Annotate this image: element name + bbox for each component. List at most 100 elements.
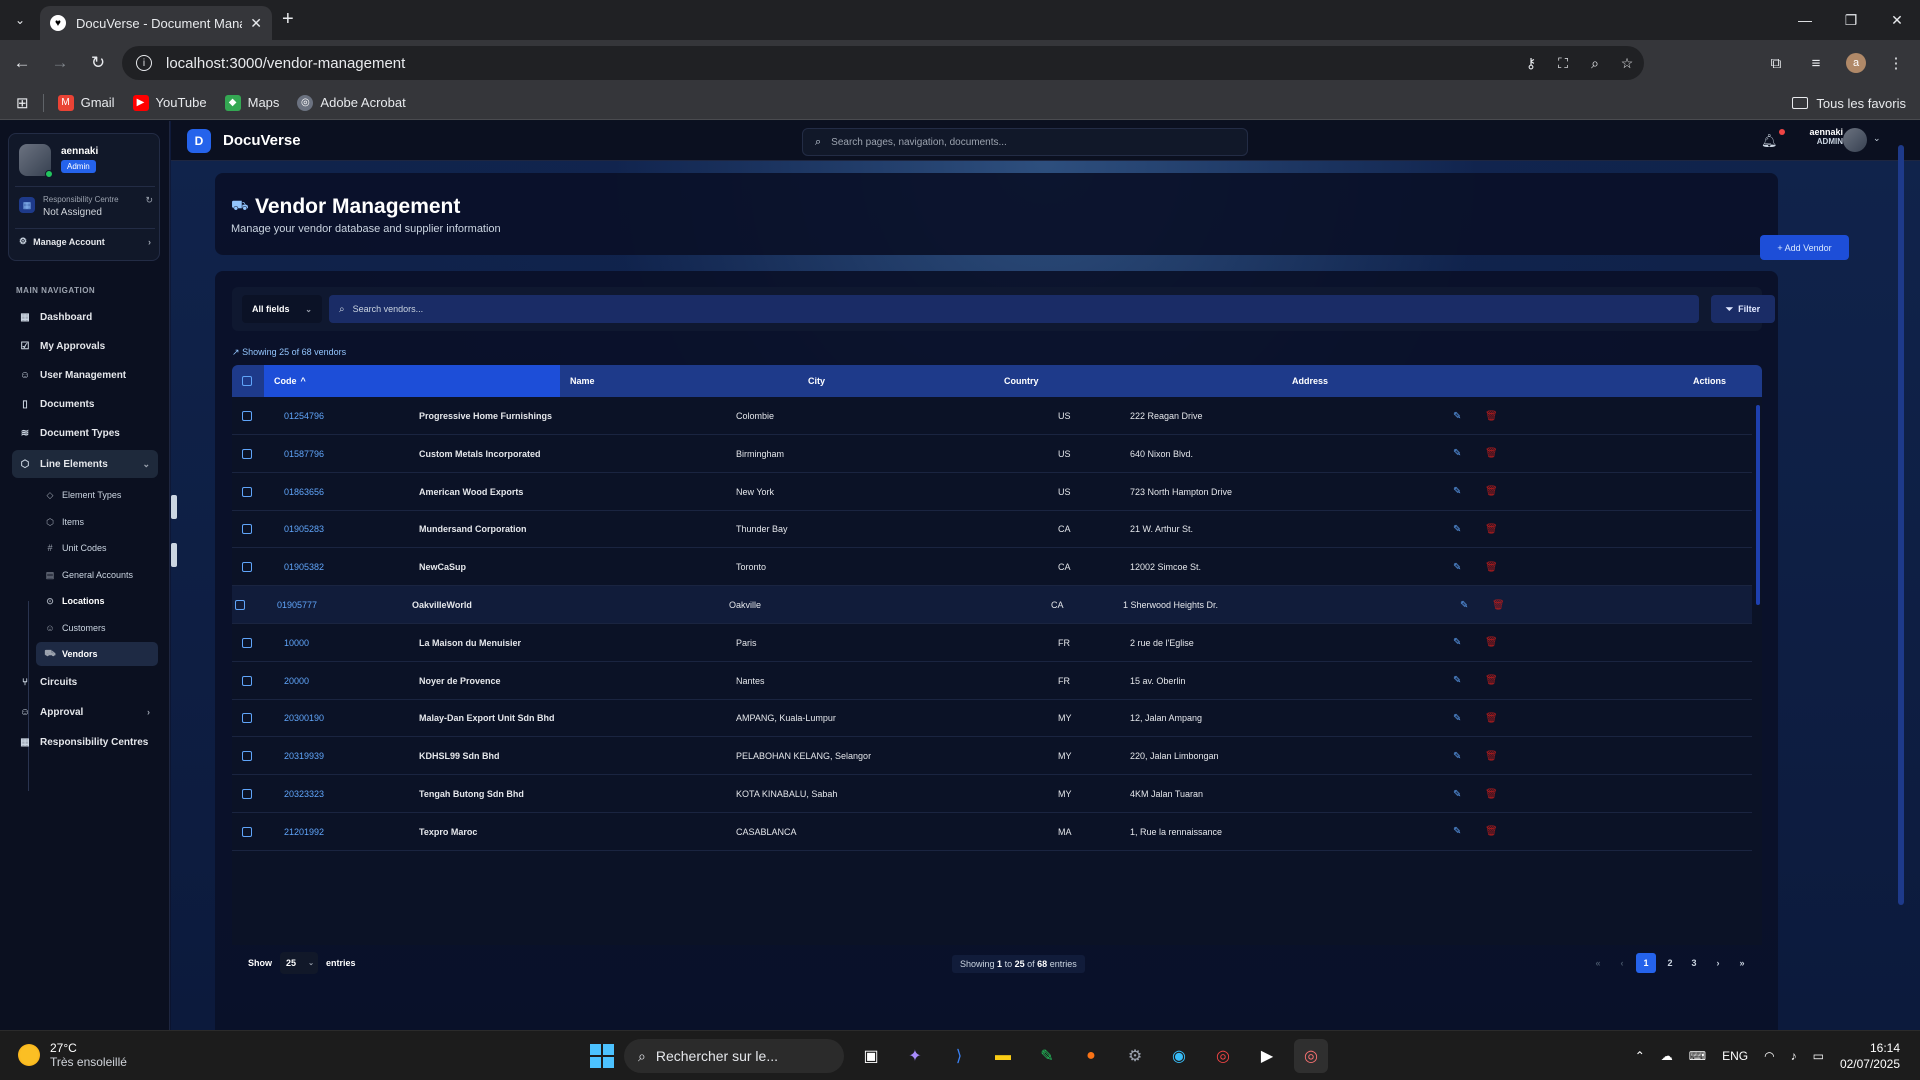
column-header-code[interactable]: Code ^ [264,365,560,397]
chrome-icon[interactable]: ◎ [1206,1039,1240,1073]
previous-page-icon[interactable]: ‹ [1612,953,1632,973]
onedrive-icon[interactable]: ☁ [1661,1049,1673,1063]
address-bar[interactable]: i localhost:3000/vendor-management ⚷ ⛶ ⌕… [122,46,1644,80]
translate-icon[interactable]: ⛶ [1554,54,1572,72]
cell-code[interactable]: 21201992 [284,813,324,851]
edit-icon[interactable]: ✎ [1453,548,1461,586]
edit-icon[interactable]: ✎ [1453,737,1461,775]
bookmark-adobe-acrobat[interactable]: ◎ Adobe Acrobat [297,94,406,111]
close-window-icon[interactable]: ✕ [1874,0,1920,40]
app-logo[interactable]: D [187,129,211,153]
last-page-icon[interactable]: » [1732,953,1752,973]
docker-icon[interactable]: ◉ [1162,1039,1196,1073]
sidebar-item-approval[interactable]: ☺ Approval › [12,699,158,725]
cell-code[interactable]: 20319939 [284,737,324,775]
edit-icon[interactable]: ✎ [1453,397,1461,435]
table-row[interactable]: 01905382 NewCaSup Toronto CA 12002 Simcoe St… [232,548,1752,587]
cell-code[interactable]: 01905777 [277,586,317,624]
sidebar-subitem-vendors[interactable]: ⛟ Vendors [36,642,158,666]
forward-icon[interactable]: → [44,47,76,79]
table-row[interactable]: 01905777 OakvilleWorld Oakville CA 1 Sherwoo… [232,586,1752,624]
row-checkbox[interactable] [242,435,252,473]
row-checkbox[interactable] [242,737,252,775]
vendor-search-input[interactable]: ⌕ Search vendors... [329,295,1699,323]
zoom-icon[interactable]: ⌕ [1586,54,1604,72]
bookmark-youtube[interactable]: ▶ YouTube [132,94,207,111]
postman-icon[interactable]: ● [1074,1039,1108,1073]
edit-icon[interactable]: ✎ [1453,775,1461,813]
cell-code[interactable]: 01863656 [284,473,324,511]
manage-account-button[interactable]: ⚙ Manage Account › [15,228,155,254]
chevron-down-icon[interactable]: ⌄ [1873,133,1881,144]
table-row[interactable]: 01587796 Custom Metals Incorporated Birmin… [232,435,1752,473]
edit-icon[interactable]: ✎ [1453,699,1461,737]
back-icon[interactable]: ← [6,47,38,79]
media-queue-icon[interactable]: ≡ [1806,53,1826,73]
row-checkbox[interactable] [242,813,252,851]
table-row[interactable]: 20319939 KDHSL99 Sdn Bhd PELABOHAN KELANG,… [232,737,1752,776]
row-checkbox[interactable] [242,548,252,586]
refresh-icon[interactable]: ↻ [145,195,153,206]
cell-code[interactable]: 01905382 [284,548,324,586]
terminal-icon[interactable]: ▶ [1250,1039,1284,1073]
field-select[interactable]: All fields ⌄ [242,295,322,323]
table-scrollbar[interactable] [1756,405,1760,605]
file-explorer-icon[interactable]: ▬ [986,1039,1020,1073]
next-page-icon[interactable]: › [1708,953,1728,973]
sidebar-item-user-management[interactable]: ☺ User Management [12,362,158,388]
reload-icon[interactable]: ↻ [82,47,114,79]
cell-code[interactable]: 01587796 [284,435,324,473]
delete-icon[interactable]: 🗑︎ [1485,548,1498,586]
row-checkbox[interactable] [242,699,252,737]
close-tab-icon[interactable]: ✕ [250,15,262,32]
edit-icon[interactable]: ✎ [1453,662,1461,700]
clock[interactable]: 16:14 02/07/2025 [1840,1040,1900,1072]
delete-icon[interactable]: 🗑︎ [1485,813,1498,851]
sidebar-subitem-unit-codes[interactable]: # Unit Codes [36,536,158,560]
extensions-icon[interactable]: ⧉ [1766,53,1786,73]
notification-bell-icon[interactable]: 🔔︎ [1761,133,1778,149]
sidebar-subitem-items[interactable]: ⬡ Items [36,510,158,534]
column-header-city[interactable]: City [808,365,825,397]
app-name[interactable]: DocuVerse [223,132,301,149]
bookmark-star-icon[interactable]: ☆ [1618,54,1636,72]
first-page-icon[interactable]: « [1588,953,1608,973]
restore-icon[interactable]: ❐ [1828,0,1874,40]
table-row[interactable]: 01254796 Progressive Home Furnishings Colo… [232,397,1752,435]
delete-icon[interactable]: 🗑︎ [1485,473,1498,511]
site-info-icon[interactable]: i [136,55,152,71]
sidebar-item-line-elements[interactable]: ⬡ Line Elements ⌄ [12,450,158,478]
page-scrollbar[interactable] [1898,145,1904,935]
all-bookmarks[interactable]: Tous les favoris [1792,86,1906,120]
sidebar-subitem-customers[interactable]: ☺ Customers [36,616,158,640]
global-search-input[interactable]: ⌕ Search pages, navigation, documents... [802,128,1248,156]
weather-widget[interactable]: 27°C Très ensoleillé [18,1041,127,1069]
page-button-2[interactable]: 2 [1660,953,1680,973]
wifi-icon[interactable]: ◠ [1764,1049,1774,1063]
row-checkbox[interactable] [242,662,252,700]
chevron-up-icon[interactable]: ⌃ [1635,1049,1645,1063]
apps-grid-icon[interactable]: ⊞ [16,94,29,112]
profile-avatar[interactable]: a [1846,53,1866,73]
row-checkbox[interactable] [242,624,252,662]
sidebar-subitem-general-accounts[interactable]: ▤ General Accounts [36,563,158,587]
column-header-country[interactable]: Country [1004,365,1039,397]
delete-icon[interactable]: 🗑︎ [1485,510,1498,548]
more-menu-icon[interactable]: ⋮ [1886,53,1906,73]
sidebar-item-documents[interactable]: ▯ Documents [12,391,158,417]
filter-button[interactable]: ⏷ Filter [1711,295,1775,323]
keyboard-icon[interactable]: ⌨ [1689,1049,1706,1063]
task-view-icon[interactable]: ▣ [854,1039,888,1073]
table-row[interactable]: 10000 La Maison du Menuisier Paris FR 2 rue … [232,624,1752,662]
windows-start-icon[interactable] [590,1044,614,1068]
cell-code[interactable]: 10000 [284,624,309,662]
row-checkbox[interactable] [242,397,252,435]
delete-icon[interactable]: 🗑︎ [1485,435,1498,473]
delete-icon[interactable]: 🗑︎ [1492,586,1505,624]
table-row[interactable]: 20000 Noyer de Provence Nantes FR 15 av. Obe… [232,662,1752,700]
edit-icon[interactable]: ✎ [1453,435,1461,473]
sidebar-item-circuits[interactable]: ⑂ Circuits [12,669,158,695]
column-header-address[interactable]: Address [1292,365,1328,397]
cell-code[interactable]: 01905283 [284,510,324,548]
table-row[interactable]: 20300190 Malay-Dan Export Unit Sdn Bhd AMP… [232,699,1752,738]
